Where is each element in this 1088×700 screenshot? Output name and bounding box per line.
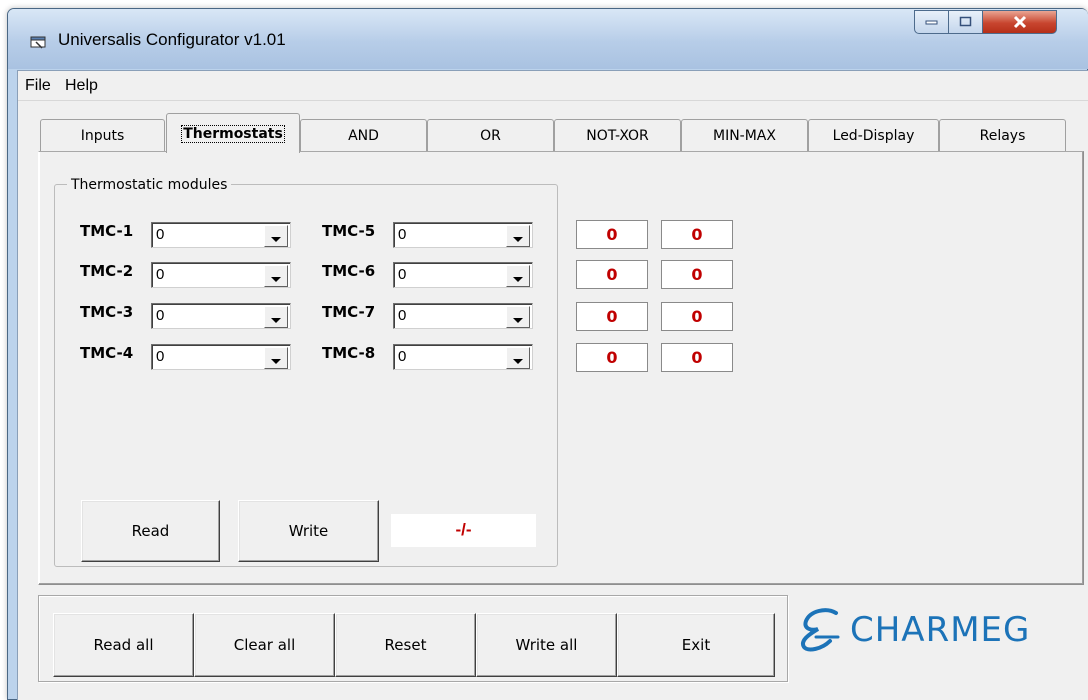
tab-label: MIN-MAX	[713, 127, 776, 144]
tab-min-max[interactable]: MIN-MAX	[681, 119, 808, 151]
tmc-label: TMC-1	[80, 222, 134, 240]
tmc-label: TMC-3	[80, 303, 134, 321]
tmc-7-select[interactable]: 0	[393, 303, 533, 329]
readout-value: 0	[661, 220, 733, 249]
minimize-button[interactable]	[914, 10, 949, 34]
window-title: Universalis Configurator v1.01	[58, 30, 286, 49]
maximize-icon	[959, 16, 971, 27]
select-value: 0	[398, 348, 407, 365]
tmc-3-select[interactable]: 0	[151, 303, 291, 329]
tmc-1-select[interactable]: 0	[151, 222, 291, 248]
tmc-4-select[interactable]: 0	[151, 344, 291, 370]
tab-led-display[interactable]: Led-Display	[808, 119, 939, 151]
tab-label: Relays	[979, 127, 1026, 144]
tab-relays[interactable]: Relays	[939, 119, 1066, 151]
tab-label: OR	[480, 127, 501, 144]
tmc-label: TMC-2	[80, 262, 134, 280]
tmc-label: TMC-6	[322, 262, 376, 280]
maximize-button[interactable]	[949, 10, 983, 34]
tmc-2-select[interactable]: 0	[151, 262, 291, 288]
chevron-down-icon[interactable]	[506, 225, 530, 247]
chevron-down-icon[interactable]	[264, 265, 288, 287]
tmc-label: TMC-8	[322, 344, 376, 362]
tab-label: Thermostats	[181, 124, 285, 143]
tmc-8-select[interactable]: 0	[393, 344, 533, 370]
select-value: 0	[156, 266, 165, 283]
tmc-label: TMC-7	[322, 303, 376, 321]
write-all-button[interactable]: Write all	[476, 613, 617, 677]
close-button[interactable]	[983, 10, 1057, 34]
exit-button[interactable]: Exit	[617, 613, 775, 677]
menubar-divider	[18, 100, 1088, 101]
readout-value: 0	[576, 220, 648, 249]
select-value: 0	[156, 307, 165, 324]
app-icon	[30, 35, 48, 49]
status-indicator: -/-	[391, 514, 536, 547]
tab-label: AND	[348, 127, 379, 144]
chevron-down-icon[interactable]	[506, 265, 530, 287]
menu-help[interactable]: Help	[63, 73, 100, 99]
tab-label: NOT-XOR	[586, 127, 649, 144]
select-value: 0	[156, 226, 165, 243]
tmc-label: TMC-5	[322, 222, 376, 240]
close-icon	[1013, 15, 1026, 29]
select-value: 0	[398, 307, 407, 324]
logo-mark-icon	[801, 608, 840, 652]
readout-value: 0	[661, 260, 733, 289]
tmc-5-select[interactable]: 0	[393, 222, 533, 248]
chevron-down-icon[interactable]	[506, 306, 530, 328]
write-button[interactable]: Write	[238, 500, 379, 562]
select-value: 0	[398, 266, 407, 283]
tab-or[interactable]: OR	[427, 119, 554, 151]
read-all-button[interactable]: Read all	[53, 613, 194, 677]
group-title: Thermostatic modules	[67, 176, 232, 194]
select-value: 0	[398, 226, 407, 243]
tmc-6-select[interactable]: 0	[393, 262, 533, 288]
readout-value: 0	[576, 302, 648, 331]
read-button[interactable]: Read	[81, 500, 220, 562]
readout-value: 0	[661, 343, 733, 372]
chevron-down-icon[interactable]	[506, 347, 530, 369]
menu-file[interactable]: File	[23, 73, 53, 99]
tab-inputs[interactable]: Inputs	[40, 119, 165, 151]
chevron-down-icon[interactable]	[264, 306, 288, 328]
tab-thermostats[interactable]: Thermostats	[166, 113, 300, 153]
tab-not-xor[interactable]: NOT-XOR	[554, 119, 681, 151]
chevron-down-icon[interactable]	[264, 347, 288, 369]
chevron-down-icon[interactable]	[264, 225, 288, 247]
clear-all-button[interactable]: Clear all	[194, 613, 335, 677]
logo-text: CHARMEG	[850, 610, 1031, 650]
tab-label: Led-Display	[832, 127, 915, 144]
menubar	[18, 73, 1088, 99]
tmc-label: TMC-4	[80, 344, 134, 362]
tab-and[interactable]: AND	[300, 119, 427, 151]
readout-value: 0	[661, 302, 733, 331]
reset-button[interactable]: Reset	[335, 613, 476, 677]
readout-value: 0	[576, 260, 648, 289]
readout-value: 0	[576, 343, 648, 372]
tab-label: Inputs	[80, 127, 125, 144]
minimize-icon	[925, 20, 937, 25]
select-value: 0	[156, 348, 165, 365]
charmeg-logo: CHARMEG	[796, 604, 1076, 656]
